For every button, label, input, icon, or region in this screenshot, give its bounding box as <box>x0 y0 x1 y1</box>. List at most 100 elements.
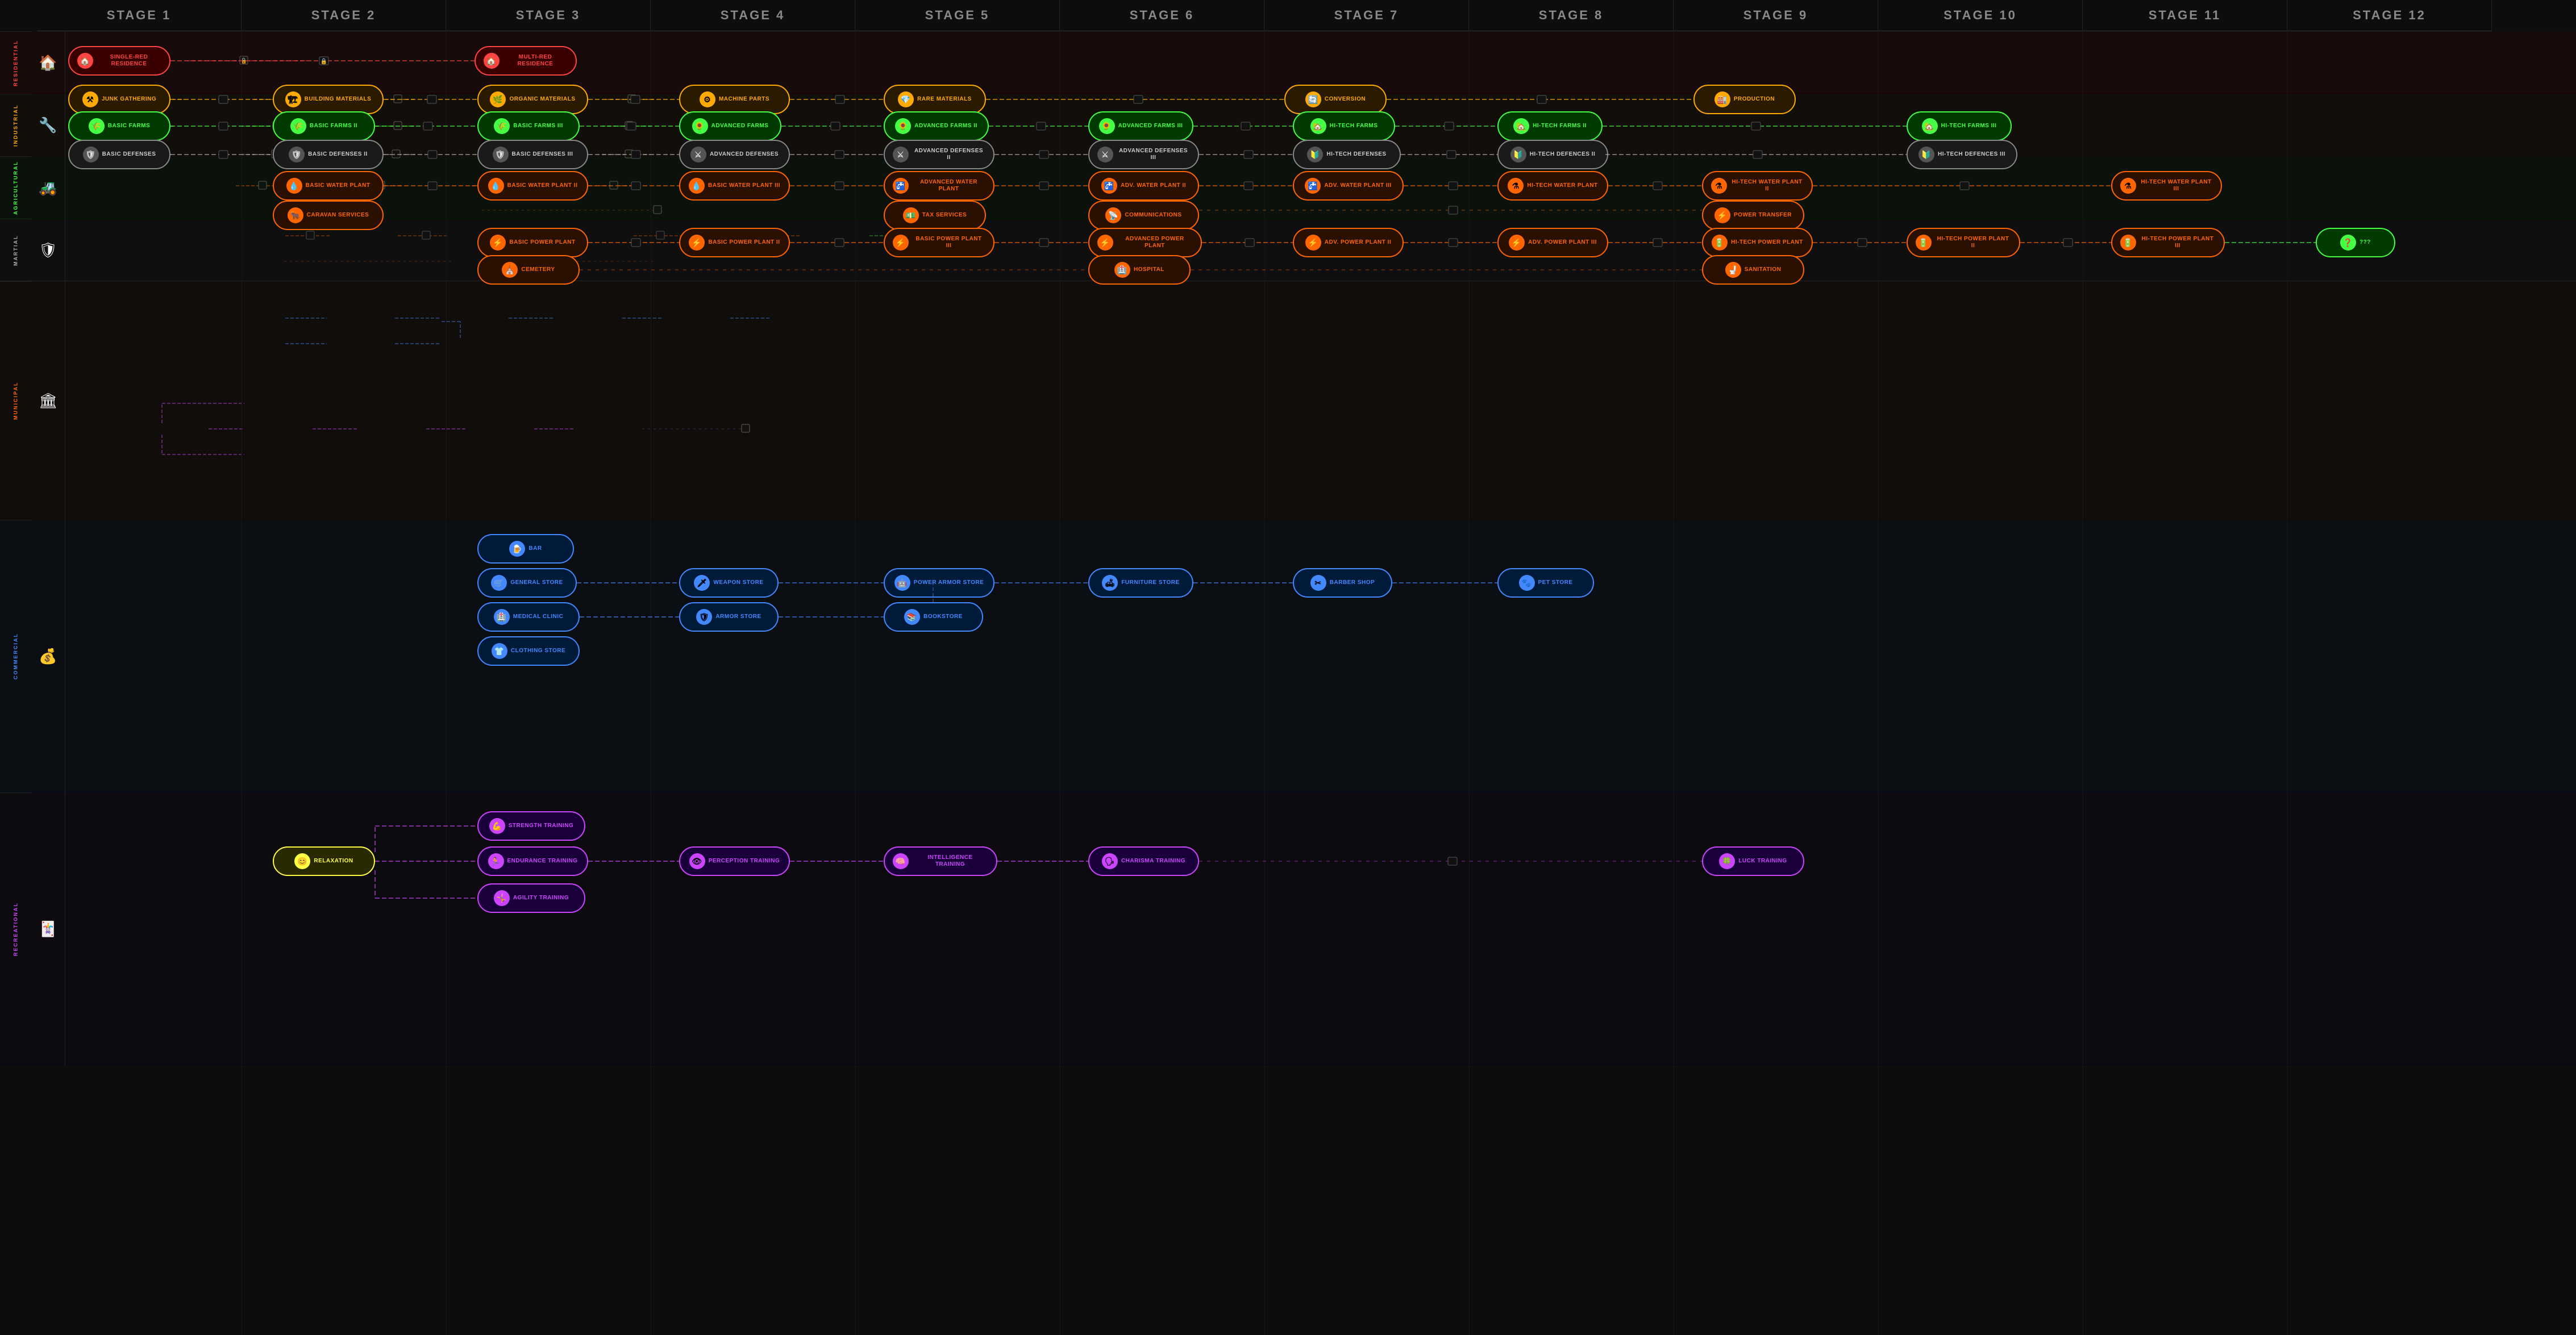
node-adv-water-plant-3[interactable]: 🚰 ADV. WATER PLANT III <box>1293 171 1404 201</box>
stage-header-6: STAGE 7 <box>1264 0 1469 31</box>
stage-header-5: STAGE 6 <box>1060 0 1264 31</box>
node-single-red-residence[interactable]: 🏠 SINGLE-RED RESIDENCE <box>68 46 170 76</box>
node-advanced-farms-2[interactable]: 🌻 ADVANCED FARMS II <box>884 111 989 141</box>
cat-icon-commercial: 💰 <box>31 520 65 792</box>
cat-label-commercial: COMMERCIAL <box>0 520 31 792</box>
node-basic-defenses-3[interactable]: 🛡 BASIC DEFENSES III <box>477 140 588 169</box>
node-basic-power-plant-2[interactable]: ⚡ BASIC POWER PLANT II <box>679 228 790 257</box>
node-basic-farms-2[interactable]: 🌾 BASIC FARMS II <box>273 111 375 141</box>
node-advanced-farms-3[interactable]: 🌻 ADVANCED FARMS III <box>1088 111 1193 141</box>
node-hitech-defenses-2[interactable]: 🔰 HI-TECH DEFENCES II <box>1497 140 1608 169</box>
cat-bg-commercial <box>0 520 2576 792</box>
node-junk-gathering[interactable]: ⚒ JUNK GATHERING <box>68 85 170 114</box>
stage-header-9: STAGE 10 <box>1878 0 2083 31</box>
node-power-armor-store[interactable]: 🤖 POWER ARMOR STORE <box>884 568 994 598</box>
cat-icon-residential: 🏠 <box>31 31 65 94</box>
node-hitech-water-plant[interactable]: ⚗ HI-TECH WATER PLANT <box>1497 171 1608 201</box>
node-conversion[interactable]: 🔄 CONVERSION <box>1284 85 1387 114</box>
node-basic-water-plant-3[interactable]: 💧 BASIC WATER PLANT III <box>679 171 790 201</box>
stage-header-11: STAGE 12 <box>2287 0 2492 31</box>
node-weapon-store[interactable]: 🗡 WEAPON STORE <box>679 568 779 598</box>
stage-header-8: STAGE 9 <box>1674 0 1878 31</box>
cat-bg-municipal <box>0 281 2576 520</box>
node-hitech-water-plant-2[interactable]: ⚗ HI-TECH WATER PLANT II <box>1702 171 1813 201</box>
cat-icon-martial: 🛡 <box>31 219 65 281</box>
node-adv-water-plant-2[interactable]: 🚰 ADV. WATER PLANT II <box>1088 171 1199 201</box>
stage-header-3: STAGE 4 <box>651 0 855 31</box>
node-charisma-training[interactable]: 🗣 CHARISMA TRAINING <box>1088 846 1199 876</box>
node-adv-power-plant-3[interactable]: ⚡ ADV. POWER PLANT III <box>1497 228 1608 257</box>
cat-label-residential: RESIDENTIAL <box>0 31 31 94</box>
node-strength-training[interactable]: 💪 STRENGTH TRAINING <box>477 811 585 841</box>
cat-icon-industrial: 🔧 <box>31 94 65 156</box>
node-advanced-farms[interactable]: 🌻 ADVANCED FARMS <box>679 111 781 141</box>
stage-header-4: STAGE 5 <box>855 0 1060 31</box>
stage-header-0: STAGE 1 <box>37 0 242 31</box>
node-hitech-farms-2[interactable]: 🏡 HI-TECH FARMS II <box>1497 111 1603 141</box>
node-communications[interactable]: 📡 COMMUNICATIONS <box>1088 201 1199 230</box>
node-advanced-defenses[interactable]: ⚔ ADVANCED DEFENSES <box>679 140 790 169</box>
node-rare-materials[interactable]: 💎 RARE MATERIALS <box>884 85 986 114</box>
node-adv-power-plant-2[interactable]: ⚡ ADV. POWER PLANT II <box>1293 228 1404 257</box>
cat-bg-residential <box>0 31 2576 94</box>
node-basic-farms[interactable]: 🌾 BASIC FARMS <box>68 111 170 141</box>
node-advanced-defenses-3[interactable]: ⚔ ADVANCED DEFENSES III <box>1088 140 1199 169</box>
node-machine-parts[interactable]: ⚙ MACHINE PARTS <box>679 85 790 114</box>
node-caravan-services[interactable]: 🐂 CARAVAN SERVICES <box>273 201 384 230</box>
node-relaxation[interactable]: 😊 RELAXATION <box>273 846 375 876</box>
node-medical-clinic[interactable]: 🏥 MEDICAL CLINIC <box>477 602 580 632</box>
node-cemetery[interactable]: ⛪ CEMETERY <box>477 255 580 285</box>
node-furniture-store[interactable]: 🛋 FURNITURE STORE <box>1088 568 1193 598</box>
node-basic-water-plant-2[interactable]: 💧 BASIC WATER PLANT II <box>477 171 588 201</box>
cat-icon-agricultural: 🚜 <box>31 156 65 219</box>
cat-label-industrial: INDUSTRIAL <box>0 94 31 156</box>
node-hitech-power-plant[interactable]: 🔋 HI-TECH POWER PLANT <box>1702 228 1813 257</box>
node-power-transfer[interactable]: ⚡ POWER TRANSFER <box>1702 201 1804 230</box>
node-basic-power-plant-3[interactable]: ⚡ BASIC POWER PLANT III <box>884 228 994 257</box>
node-armor-store[interactable]: 🛡 ARMOR STORE <box>679 602 779 632</box>
cat-bg-recreational <box>0 792 2576 1065</box>
node-bar[interactable]: 🍺 BAR <box>477 534 574 564</box>
cat-label-municipal: MUNICIPAL <box>0 281 31 520</box>
node-hitech-power-plant-3[interactable]: 🔋 HI-TECH POWER PLANT III <box>2111 228 2225 257</box>
cat-label-agricultural: AGRICULTURAL <box>0 156 31 219</box>
node-hitech-power-plant-2[interactable]: 🔋 HI-TECH POWER PLANT II <box>1907 228 2020 257</box>
node-mystery[interactable]: ❓ ??? <box>2316 228 2395 257</box>
node-production[interactable]: 🏭 PRODUCTION <box>1693 85 1796 114</box>
node-general-store[interactable]: 🛒 GENERAL STORE <box>477 568 577 598</box>
node-hitech-defenses[interactable]: 🔰 HI-TECH DEFENSES <box>1293 140 1401 169</box>
node-perception-training[interactable]: 👁 PERCEPTION TRAINING <box>679 846 790 876</box>
stage-header-2: STAGE 3 <box>446 0 651 31</box>
node-basic-defenses[interactable]: 🛡 BASIC DEFENSES <box>68 140 170 169</box>
node-hitech-defenses-3[interactable]: 🔰 HI-TECH DEFENCES III <box>1907 140 2017 169</box>
node-basic-defenses-2[interactable]: 🛡 BASIC DEFENSES II <box>273 140 384 169</box>
node-hitech-farms-3[interactable]: 🏡 HI-TECH FARMS III <box>1907 111 2012 141</box>
node-pet-store[interactable]: 🐾 PET STORE <box>1497 568 1594 598</box>
node-adv-power-plant[interactable]: ⚡ ADVANCED POWER PLANT <box>1088 228 1202 257</box>
tech-tree-chart: 🔒 <box>0 0 2576 1335</box>
node-sanitation[interactable]: 🚽 SANITATION <box>1702 255 1804 285</box>
cat-icon-municipal: 🏛 <box>31 281 65 520</box>
node-advanced-water-plant[interactable]: 🚰 ADVANCED WATER PLANT <box>884 171 994 201</box>
node-advanced-defenses-2[interactable]: ⚔ ADVANCED DEFENSES II <box>884 140 994 169</box>
node-organic-materials[interactable]: 🌿 ORGANIC MATERIALS <box>477 85 588 114</box>
node-hospital[interactable]: 🏥 HOSPITAL <box>1088 255 1191 285</box>
node-basic-water-plant[interactable]: 💧 BASIC WATER PLANT <box>273 171 384 201</box>
node-basic-power-plant[interactable]: ⚡ BASIC POWER PLANT <box>477 228 588 257</box>
node-endurance-training[interactable]: 🏃 ENDURANCE TRAINING <box>477 846 588 876</box>
node-hitech-water-plant-3[interactable]: ⚗ HI-TECH WATER PLANT III <box>2111 171 2222 201</box>
node-luck-training[interactable]: 🍀 LUCK TRAINING <box>1702 846 1804 876</box>
node-building-materials[interactable]: 🏗 BUILDING MATERIALS <box>273 85 384 114</box>
node-agility-training[interactable]: 🤸 AGILITY TRAINING <box>477 883 585 913</box>
node-hitech-farms[interactable]: 🏡 HI-TECH FARMS <box>1293 111 1395 141</box>
node-multi-red-residence[interactable]: 🏠 MULTI-RED RESIDENCE <box>475 46 577 76</box>
stage-header-1: STAGE 2 <box>242 0 446 31</box>
node-barber-shop[interactable]: ✂ BARBER SHOP <box>1293 568 1392 598</box>
node-bookstore[interactable]: 📚 BOOKSTORE <box>884 602 983 632</box>
node-basic-farms-3[interactable]: 🌾 BASIC FARMS III <box>477 111 580 141</box>
node-intelligence-training[interactable]: 🧠 INTELLIGENCE TRAINING <box>884 846 997 876</box>
node-tax-services[interactable]: 💵 TAX SERVICES <box>884 201 986 230</box>
cat-icon-recreational: 🃏 <box>31 792 65 1065</box>
stage-header-7: STAGE 8 <box>1469 0 1674 31</box>
node-clothing-store[interactable]: 👕 CLOTHING STORE <box>477 636 580 666</box>
